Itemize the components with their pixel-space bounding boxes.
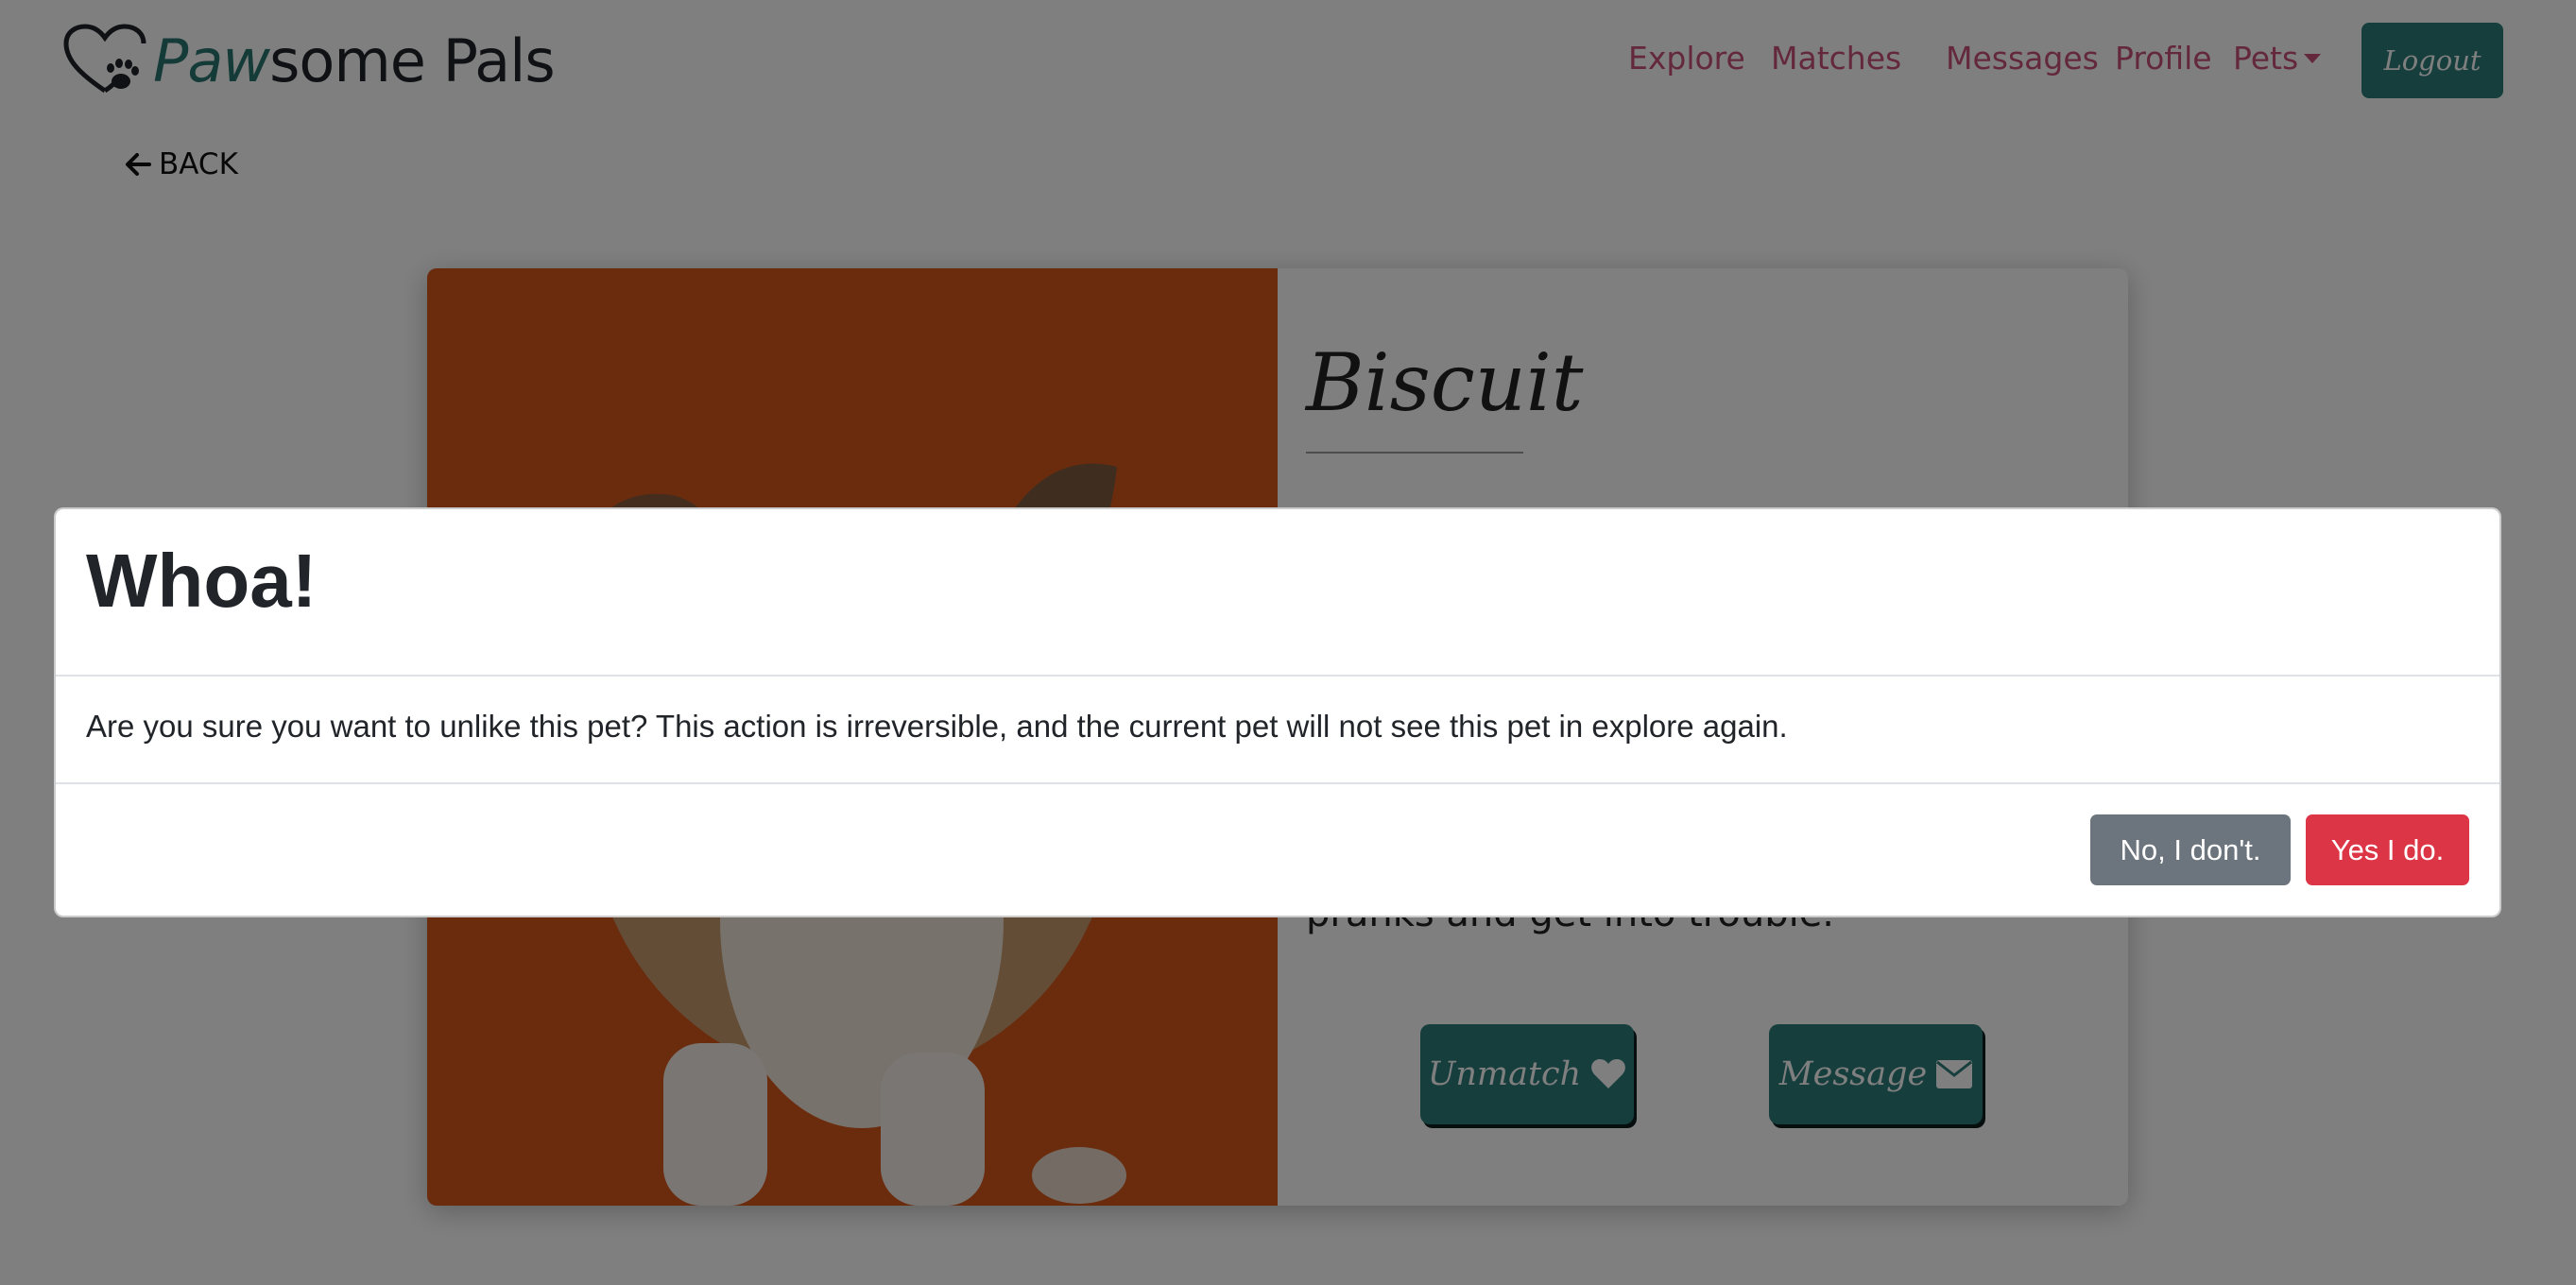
modal-header: Whoa! — [56, 509, 2499, 677]
modal-title: Whoa! — [86, 539, 318, 623]
no-button[interactable]: No, I don't. — [2090, 814, 2291, 885]
yes-button[interactable]: Yes I do. — [2306, 814, 2469, 885]
modal-body: Are you sure you want to unlike this pet… — [56, 677, 2499, 784]
modal-message: Are you sure you want to unlike this pet… — [86, 709, 1788, 744]
